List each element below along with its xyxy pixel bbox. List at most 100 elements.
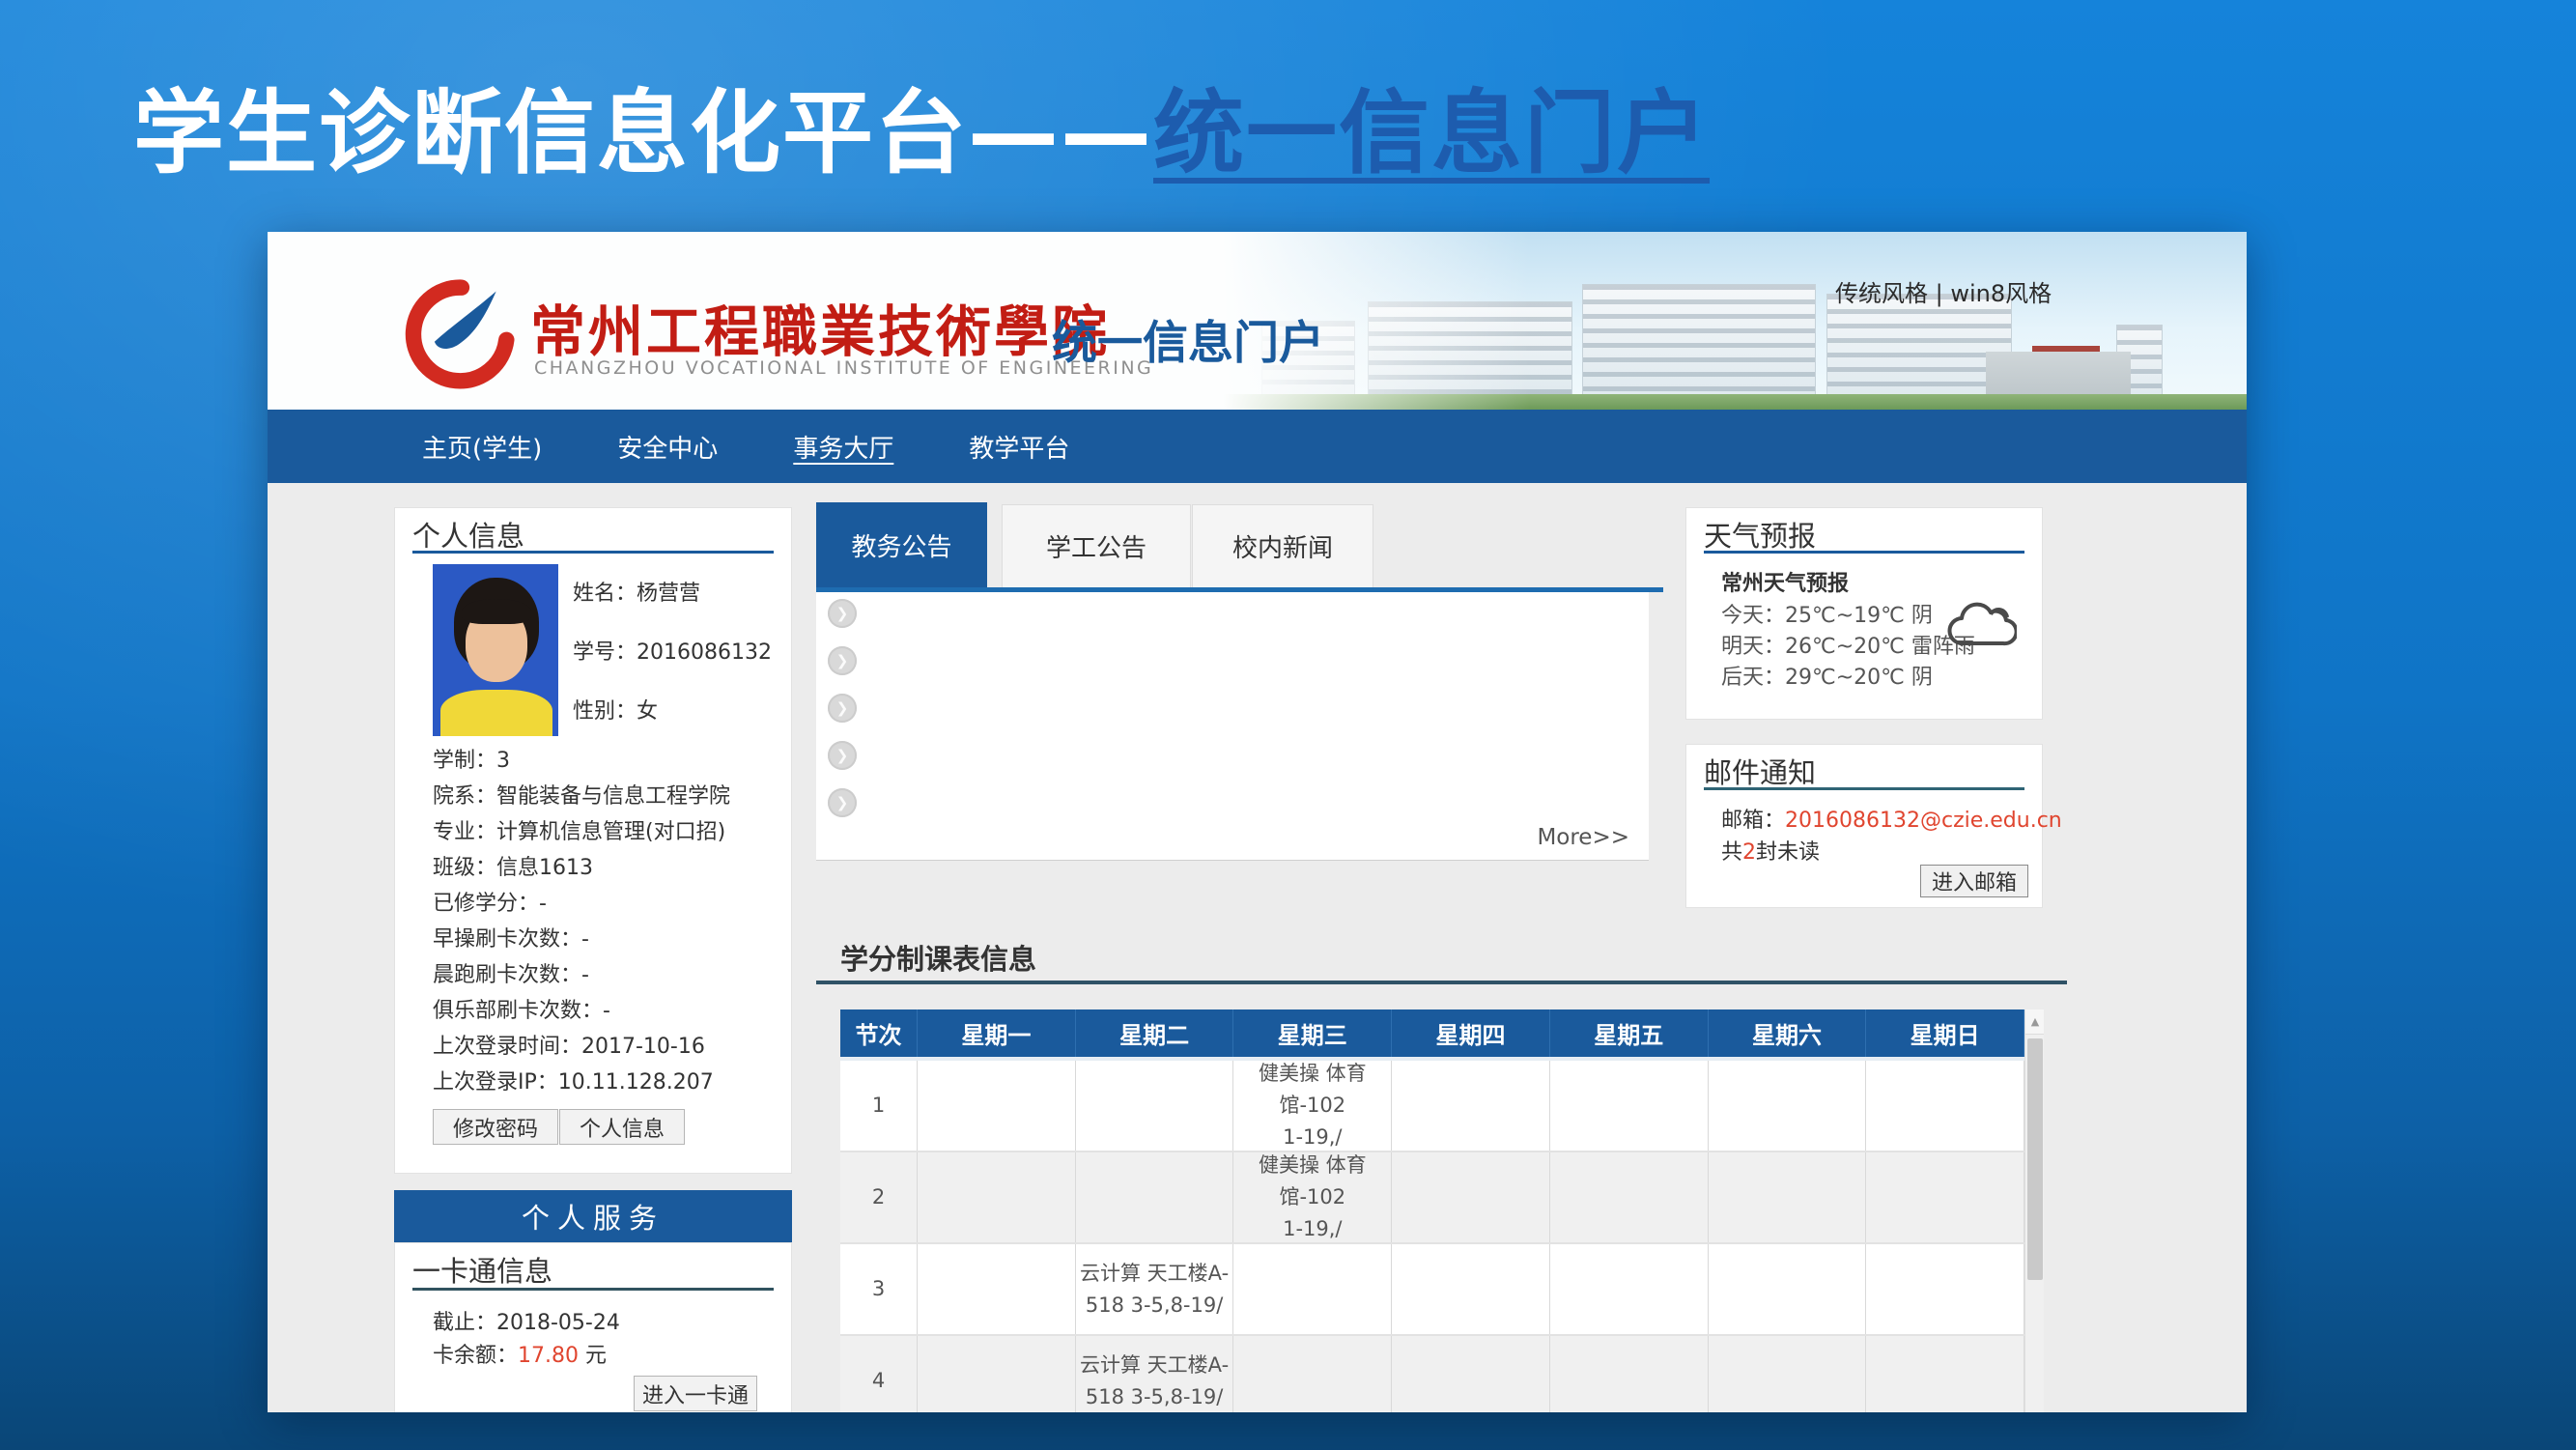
student-photo [433, 564, 558, 736]
balance-label: 卡余额： [433, 1344, 518, 1368]
more-link[interactable]: More>> [1537, 825, 1629, 850]
announcement-item[interactable]: ❯ [828, 785, 857, 820]
tab-campus-news[interactable]: 校内新闻 [1192, 504, 1373, 587]
profile-detail: 已修学分：- [433, 886, 780, 922]
profile-panel: 个人信息 姓名：杨营营 学号：2016086132 性别：女 学制：3 院系：智… [394, 507, 792, 1174]
timetable-section-title: 学分制课表信息 [840, 937, 1036, 978]
profile-detail: 专业：计算机信息管理(对口招) [433, 814, 780, 850]
divider [1704, 551, 2024, 554]
weather-today: 今天：25℃~19℃ 阴 [1721, 598, 1933, 629]
period-cell: 3 [840, 1244, 918, 1334]
timetable-grid: 节次 星期一 星期二 星期三 星期四 星期五 星期六 星期日 1 健美操 体育馆… [840, 1009, 2024, 1412]
onecard-balance: 卡余额：17.80 元 [433, 1338, 607, 1369]
col-sunday: 星期日 [1866, 1009, 2024, 1057]
course-cell [1392, 1336, 1550, 1412]
profile-name: 姓名：杨营营 [573, 576, 700, 607]
photo-fringe [462, 599, 531, 624]
chevron-right-icon: ❯ [828, 788, 857, 817]
course-cell [1866, 1152, 2024, 1242]
course-cell [918, 1152, 1076, 1242]
profile-detail: 上次登录IP：10.11.128.207 [433, 1065, 780, 1100]
announcement-list: ❯ ❯ ❯ ❯ ❯ More>> [816, 592, 1649, 861]
nav-item-security[interactable]: 安全中心 [617, 429, 718, 465]
change-password-button[interactable]: 修改密码 [433, 1109, 558, 1145]
table-scrollbar[interactable]: ▲ [2024, 1009, 2044, 1412]
course-cell [1709, 1061, 1867, 1151]
chevron-right-icon: ❯ [828, 694, 857, 723]
course-cell [1709, 1152, 1867, 1242]
course-cell [1709, 1244, 1867, 1334]
mail-address-link[interactable]: 2016086132@czie.edu.cn [1785, 809, 2062, 833]
course-line: 云计算 天工楼A- [1080, 1350, 1229, 1381]
unread-count: 2 [1742, 840, 1756, 865]
course-cell [1233, 1244, 1392, 1334]
unread-suffix: 封未读 [1756, 840, 1820, 865]
course-line: 健美操 体育馆-102 [1233, 1058, 1391, 1122]
onecard-deadline: 截止：2018-05-24 [433, 1305, 620, 1336]
divider [816, 981, 2067, 984]
scrollbar-thumb[interactable] [2027, 1038, 2043, 1280]
course-cell [1550, 1152, 1709, 1242]
portal-title: 统一信息门户 [1052, 305, 1324, 372]
course-cell: 健美操 体育馆-1021-19,/ [1233, 1152, 1392, 1242]
tab-student-notices[interactable]: 学工公告 [1002, 504, 1191, 587]
enter-mailbox-button[interactable]: 进入邮箱 [1920, 865, 2028, 897]
course-line: 1-19,/ [1283, 1213, 1342, 1245]
weather-panel-title: 天气预报 [1704, 514, 1816, 554]
chevron-right-icon: ❯ [828, 741, 857, 770]
slide-title-link[interactable]: 统一信息门户 [1153, 81, 1710, 186]
unread-prefix: 共 [1721, 840, 1742, 865]
course-cell [1392, 1244, 1550, 1334]
campus-photo [1223, 232, 2247, 410]
weather-city: 常州天气预报 [1721, 566, 1849, 597]
course-line: 518 3-5,8-19/ [1086, 1290, 1223, 1322]
nav-item-affairs[interactable]: 事务大厅 [793, 429, 893, 465]
profile-gender: 性别：女 [573, 694, 658, 725]
announcement-item[interactable]: ❯ [828, 643, 857, 678]
timetable-header-row: 节次 星期一 星期二 星期三 星期四 星期五 星期六 星期日 [840, 1009, 2024, 1061]
announcement-item[interactable]: ❯ [828, 691, 857, 725]
announcement-item[interactable]: ❯ [828, 738, 857, 773]
col-tuesday: 星期二 [1076, 1009, 1234, 1057]
balance-value: 17.80 [518, 1344, 579, 1368]
divider [412, 551, 774, 554]
mail-unread-line: 共2封未读 [1721, 835, 1820, 866]
table-row: 4 云计算 天工楼A-518 3-5,8-19/ [840, 1336, 2024, 1412]
onecard-panel: 一卡通信息 截止：2018-05-24 卡余额：17.80 元 进入一卡通 [394, 1242, 792, 1412]
course-cell [918, 1061, 1076, 1151]
scroll-up-icon[interactable]: ▲ [2025, 1009, 2044, 1035]
course-cell [1076, 1061, 1234, 1151]
profile-panel-title: 个人信息 [412, 514, 524, 554]
page-header: 传统风格 | win8风格 常州工程職業技術學院 CHANGZHOU VOCAT… [268, 232, 2247, 410]
course-line: 518 3-5,8-19/ [1086, 1381, 1223, 1413]
slide-title-text: 学生诊断信息化平台—— [133, 81, 1153, 186]
col-saturday: 星期六 [1709, 1009, 1867, 1057]
enter-onecard-button[interactable]: 进入一卡通 [634, 1376, 757, 1411]
nav-item-teaching[interactable]: 教学平台 [969, 429, 1069, 465]
col-thursday: 星期四 [1392, 1009, 1550, 1057]
portal-page: 传统风格 | win8风格 常州工程職業技術學院 CHANGZHOU VOCAT… [268, 232, 2247, 1412]
course-cell [1866, 1061, 2024, 1151]
course-cell: 云计算 天工楼A-518 3-5,8-19/ [1076, 1244, 1234, 1334]
tab-academic-notices[interactable]: 教务公告 [816, 502, 987, 587]
balance-unit: 元 [579, 1344, 607, 1368]
slide-background: 学生诊断信息化平台——统一信息门户 传统风格 | win8风格 常州工程職業技術… [0, 0, 2576, 1450]
nav-item-home[interactable]: 主页(学生) [422, 429, 542, 465]
timetable: 节次 星期一 星期二 星期三 星期四 星期五 星期六 星期日 1 健美操 体育馆… [840, 1009, 2044, 1412]
personal-info-button[interactable]: 个人信息 [559, 1109, 685, 1145]
style-switch-links[interactable]: 传统风格 | win8风格 [1835, 274, 2052, 308]
course-line: 云计算 天工楼A- [1080, 1258, 1229, 1290]
course-cell [1233, 1336, 1392, 1412]
course-cell [1550, 1061, 1709, 1151]
course-cell [1866, 1244, 2024, 1334]
col-monday: 星期一 [918, 1009, 1076, 1057]
announcement-item[interactable]: ❯ [828, 596, 857, 631]
course-cell [1392, 1152, 1550, 1242]
col-wednesday: 星期三 [1233, 1009, 1392, 1057]
table-row: 3 云计算 天工楼A-518 3-5,8-19/ [840, 1244, 2024, 1336]
col-period: 节次 [840, 1009, 918, 1057]
period-cell: 4 [840, 1336, 918, 1412]
period-cell: 1 [840, 1061, 918, 1151]
table-row: 2 健美操 体育馆-1021-19,/ [840, 1152, 2024, 1244]
course-cell [1866, 1336, 2024, 1412]
